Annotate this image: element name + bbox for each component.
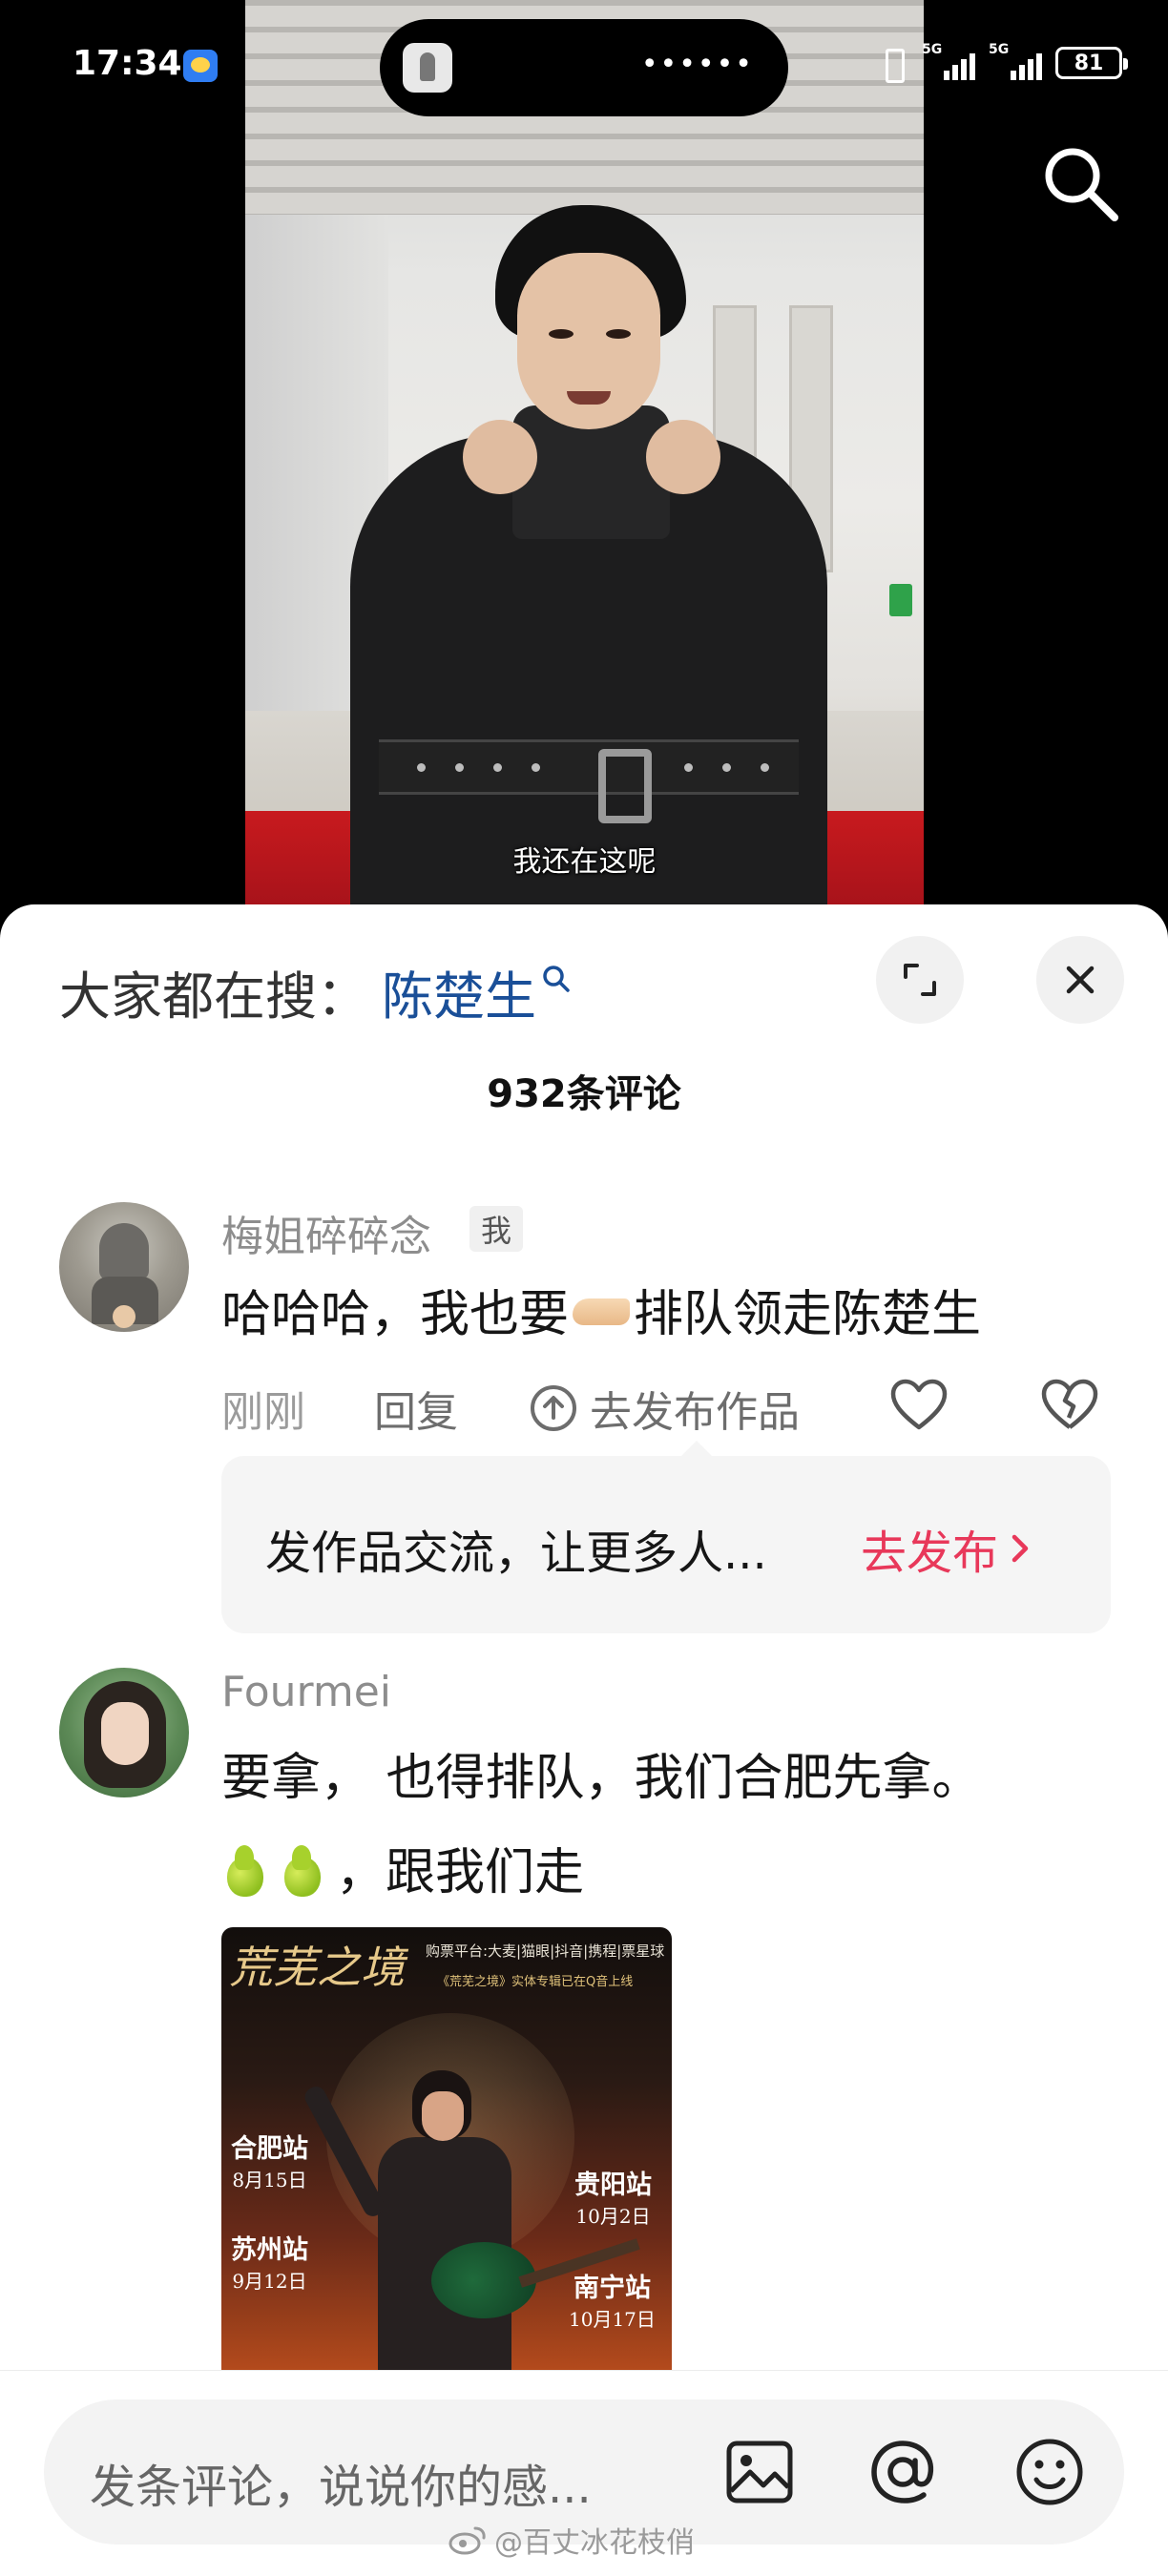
tour-stop: 南宁站 10月17日 <box>569 2267 656 2332</box>
comment-username[interactable]: 梅姐碎碎念 <box>221 1202 431 1263</box>
search-icon <box>543 965 570 992</box>
belt-rivet <box>761 763 769 772</box>
video-frame: 我还在这呢 <box>245 0 924 916</box>
belt-rivet <box>684 763 693 772</box>
status-icons: 5G 5G 81 <box>876 42 1128 83</box>
go-publish-link[interactable]: 去发布 <box>861 1515 1031 1582</box>
comment-username[interactable]: Fourmei <box>221 1668 391 1716</box>
belt-rivet <box>493 763 502 772</box>
publish-work-button[interactable]: 去发布作品 <box>529 1378 800 1439</box>
signal-icon: 5G <box>922 42 975 80</box>
expand-icon <box>904 964 936 996</box>
comment-text: ，跟我们走 <box>221 1841 584 1898</box>
emoji-face-icon[interactable] <box>1013 2436 1086 2508</box>
publish-promo-card[interactable]: 发作品交流，让更多人... 去发布 <box>221 1441 1111 1633</box>
person-eye <box>606 329 631 339</box>
trending-term[interactable]: 陈楚生 <box>382 954 536 1029</box>
tour-city: 南宁站 <box>573 2274 651 2303</box>
poster-singer <box>302 2070 640 2370</box>
comment-text-part: ，跟我们走 <box>336 1844 585 1901</box>
poster-ticket-info: 购票平台:大麦|猫眼|抖音|携程|票星球 <box>426 1942 665 1960</box>
signal-icon: 5G <box>989 42 1042 80</box>
weibo-logo-icon <box>448 2526 486 2555</box>
signal-label: 5G <box>922 42 943 57</box>
signal-label: 5G <box>989 42 1010 57</box>
heart-icon[interactable] <box>889 1378 949 1433</box>
comment-input-placeholder: 发条评论，说说你的感... <box>90 2461 592 2514</box>
avatar[interactable] <box>59 1202 189 1332</box>
watermark-text: @百丈冰花枝俏 <box>494 2526 695 2560</box>
promo-text: 发作品交流，让更多人... <box>265 1527 767 1580</box>
search-icon <box>1045 148 1118 221</box>
tour-date: 8月15日 <box>232 2169 307 2192</box>
comment-image-poster[interactable]: 荒芜之境 购票平台:大麦|猫眼|抖音|携程|票星球 《荒芜之境》实体专辑已在Q音… <box>221 1927 672 2370</box>
belt-rivet <box>417 763 426 772</box>
avatar[interactable] <box>59 1668 189 1797</box>
comment-text-part: 排队领走陈楚生 <box>634 1286 982 1343</box>
tour-stop: 合肥站 8月15日 <box>231 2128 308 2192</box>
at-icon[interactable] <box>866 2436 939 2508</box>
comment-time: 刚刚 <box>221 1388 305 1437</box>
belt-rivet <box>532 763 540 772</box>
person-hand <box>463 420 537 494</box>
tour-city: 苏州站 <box>231 2235 308 2265</box>
tour-stop: 贵阳站 10月2日 <box>574 2164 652 2229</box>
app-icon <box>403 43 452 93</box>
tour-stop: 苏州站 9月12日 <box>231 2229 308 2294</box>
dynamic-island[interactable]: •••••• <box>380 19 788 116</box>
publish-work-label: 去发布作品 <box>590 1388 800 1437</box>
island-dots: •••••• <box>640 48 754 81</box>
poster-album-info: 《荒芜之境》实体专辑已在Q音上线 <box>437 1975 634 1989</box>
expand-button[interactable] <box>876 936 964 1024</box>
video-subtitle: 我还在这呢 <box>512 845 657 879</box>
promo-pointer <box>679 1441 714 1458</box>
person-mouth <box>567 391 611 405</box>
battery-indicator: 81 <box>1055 47 1128 79</box>
broken-heart-icon[interactable] <box>1040 1378 1099 1433</box>
poster-logo: 荒芜之境 <box>229 1942 405 1993</box>
belt-rivet <box>455 763 464 772</box>
trending-prefix: 大家都在搜： <box>59 966 368 1027</box>
tour-city: 贵阳站 <box>574 2171 652 2200</box>
watermark: @百丈冰花枝俏 <box>448 2519 695 2561</box>
image-icon[interactable] <box>723 2436 796 2508</box>
tour-date: 10月2日 <box>575 2205 651 2228</box>
go-publish-label: 去发布 <box>861 1527 999 1580</box>
status-bar: 17:34 •••••• 5G 5G 81 <box>0 0 1168 134</box>
comment-meta-row: 刚刚 回复 去发布作品 <box>221 1378 1099 1437</box>
comment-count-title: 932条评论 <box>487 1072 681 1116</box>
status-time: 17:34 <box>73 44 182 83</box>
pear-emoji-icon <box>221 1841 267 1897</box>
reply-button[interactable]: 回复 <box>374 1378 458 1439</box>
weather-icon <box>183 50 218 82</box>
person-eye <box>549 329 574 339</box>
tour-date: 9月12日 <box>232 2270 307 2293</box>
close-icon <box>1066 966 1095 994</box>
me-badge: 我 <box>469 1206 524 1252</box>
tour-date: 10月17日 <box>569 2308 656 2331</box>
pear-emoji-icon <box>279 1841 324 1897</box>
person-hand <box>646 420 720 494</box>
vibrate-icon <box>876 47 908 83</box>
trending-search[interactable]: 大家都在搜： 陈楚生 <box>59 954 571 1029</box>
person-belt <box>379 739 799 795</box>
chevron-right-icon <box>1012 1534 1029 1563</box>
comment-text-part: 哈哈哈，我也要 <box>221 1286 570 1343</box>
exit-sign <box>889 584 912 616</box>
tour-city: 合肥站 <box>231 2134 308 2164</box>
hand-emoji-icon <box>573 1298 631 1325</box>
belt-buckle <box>598 749 652 823</box>
video-player[interactable]: 我还在这呢 17:34 •••••• 5G 5G 81 <box>0 0 1168 916</box>
comment-text: 哈哈哈，我也要 排队领走陈楚生 <box>221 1290 981 1340</box>
belt-rivet <box>722 763 731 772</box>
publish-upload-icon <box>531 1385 576 1431</box>
comment-sheet: 大家都在搜： 陈楚生 932条评论 梅姐碎碎念 我 哈哈哈，我也要 排队领走陈楚生… <box>0 904 1168 2576</box>
comment-text: 要拿， 也得排队，我们合肥先拿。 <box>221 1750 982 1807</box>
close-button[interactable] <box>1036 936 1124 1024</box>
search-button[interactable] <box>1040 143 1120 223</box>
